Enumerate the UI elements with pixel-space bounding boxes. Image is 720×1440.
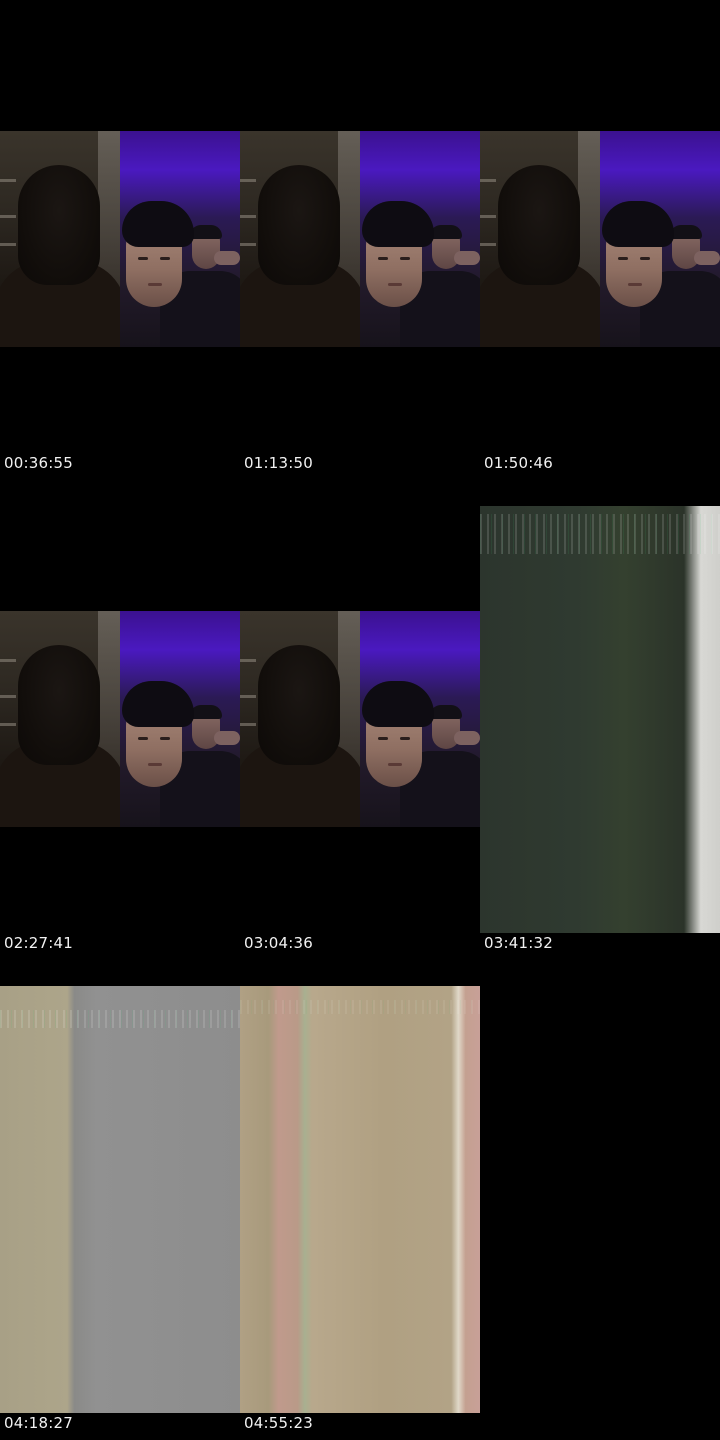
thumbnail-7[interactable]: 04:18:27	[0, 960, 240, 1440]
thumbnail-3[interactable]: 01:50:46	[480, 0, 720, 480]
glitch-frame	[0, 986, 240, 1413]
thumbnail-5[interactable]: 03:04:36	[240, 480, 480, 960]
hooded-person	[258, 165, 340, 285]
hooded-person	[18, 645, 100, 765]
thumbnail-2[interactable]: 01:13:50	[240, 0, 480, 480]
participant-left-pane	[240, 131, 360, 347]
hooded-person	[498, 165, 580, 285]
participant-left-pane	[0, 611, 120, 827]
participant-right-pane	[120, 611, 240, 827]
thumbnail-6[interactable]: 03:41:32	[480, 480, 720, 960]
pixel-noise-band	[480, 514, 720, 554]
participant-left-pane	[480, 131, 600, 347]
pixel-noise-band	[0, 1010, 240, 1028]
thumbnail-8[interactable]: 04:55:23	[240, 960, 480, 1440]
participant-right-pane	[120, 131, 240, 347]
thumbnail-1[interactable]: 00:36:55	[0, 0, 240, 480]
video-call-frame	[480, 0, 720, 454]
glitch-frame	[240, 986, 480, 1413]
thumbnail-timestamp: 00:36:55	[4, 454, 73, 472]
participant-right-pane	[600, 131, 720, 347]
thumbnail-timestamp: 01:50:46	[484, 454, 553, 472]
thumbnail-timestamp: 01:13:50	[244, 454, 313, 472]
thumbnail-4[interactable]: 02:27:41	[0, 480, 240, 960]
participant-right-pane	[360, 611, 480, 827]
hooded-person	[258, 645, 340, 765]
thumbnail-timestamp: 04:18:27	[4, 1414, 73, 1432]
glitch-frame	[480, 506, 720, 933]
thumbnail-timestamp: 03:04:36	[244, 934, 313, 952]
video-call-frame	[240, 480, 480, 934]
thumbnail-timestamp: 02:27:41	[4, 934, 73, 952]
pixel-noise-band	[240, 1000, 480, 1014]
video-call-frame	[0, 0, 240, 454]
participant-left-pane	[240, 611, 360, 827]
hooded-person	[18, 165, 100, 285]
contact-sheet: 00:36:55 01:13:50 01:50:46 02:27:41 03:0…	[0, 0, 720, 1440]
thumbnail-timestamp: 03:41:32	[484, 934, 553, 952]
video-call-frame	[240, 0, 480, 454]
participant-left-pane	[0, 131, 120, 347]
video-call-frame	[0, 480, 240, 934]
thumbnail-timestamp: 04:55:23	[244, 1414, 313, 1432]
empty-cell	[480, 960, 720, 1440]
participant-right-pane	[360, 131, 480, 347]
